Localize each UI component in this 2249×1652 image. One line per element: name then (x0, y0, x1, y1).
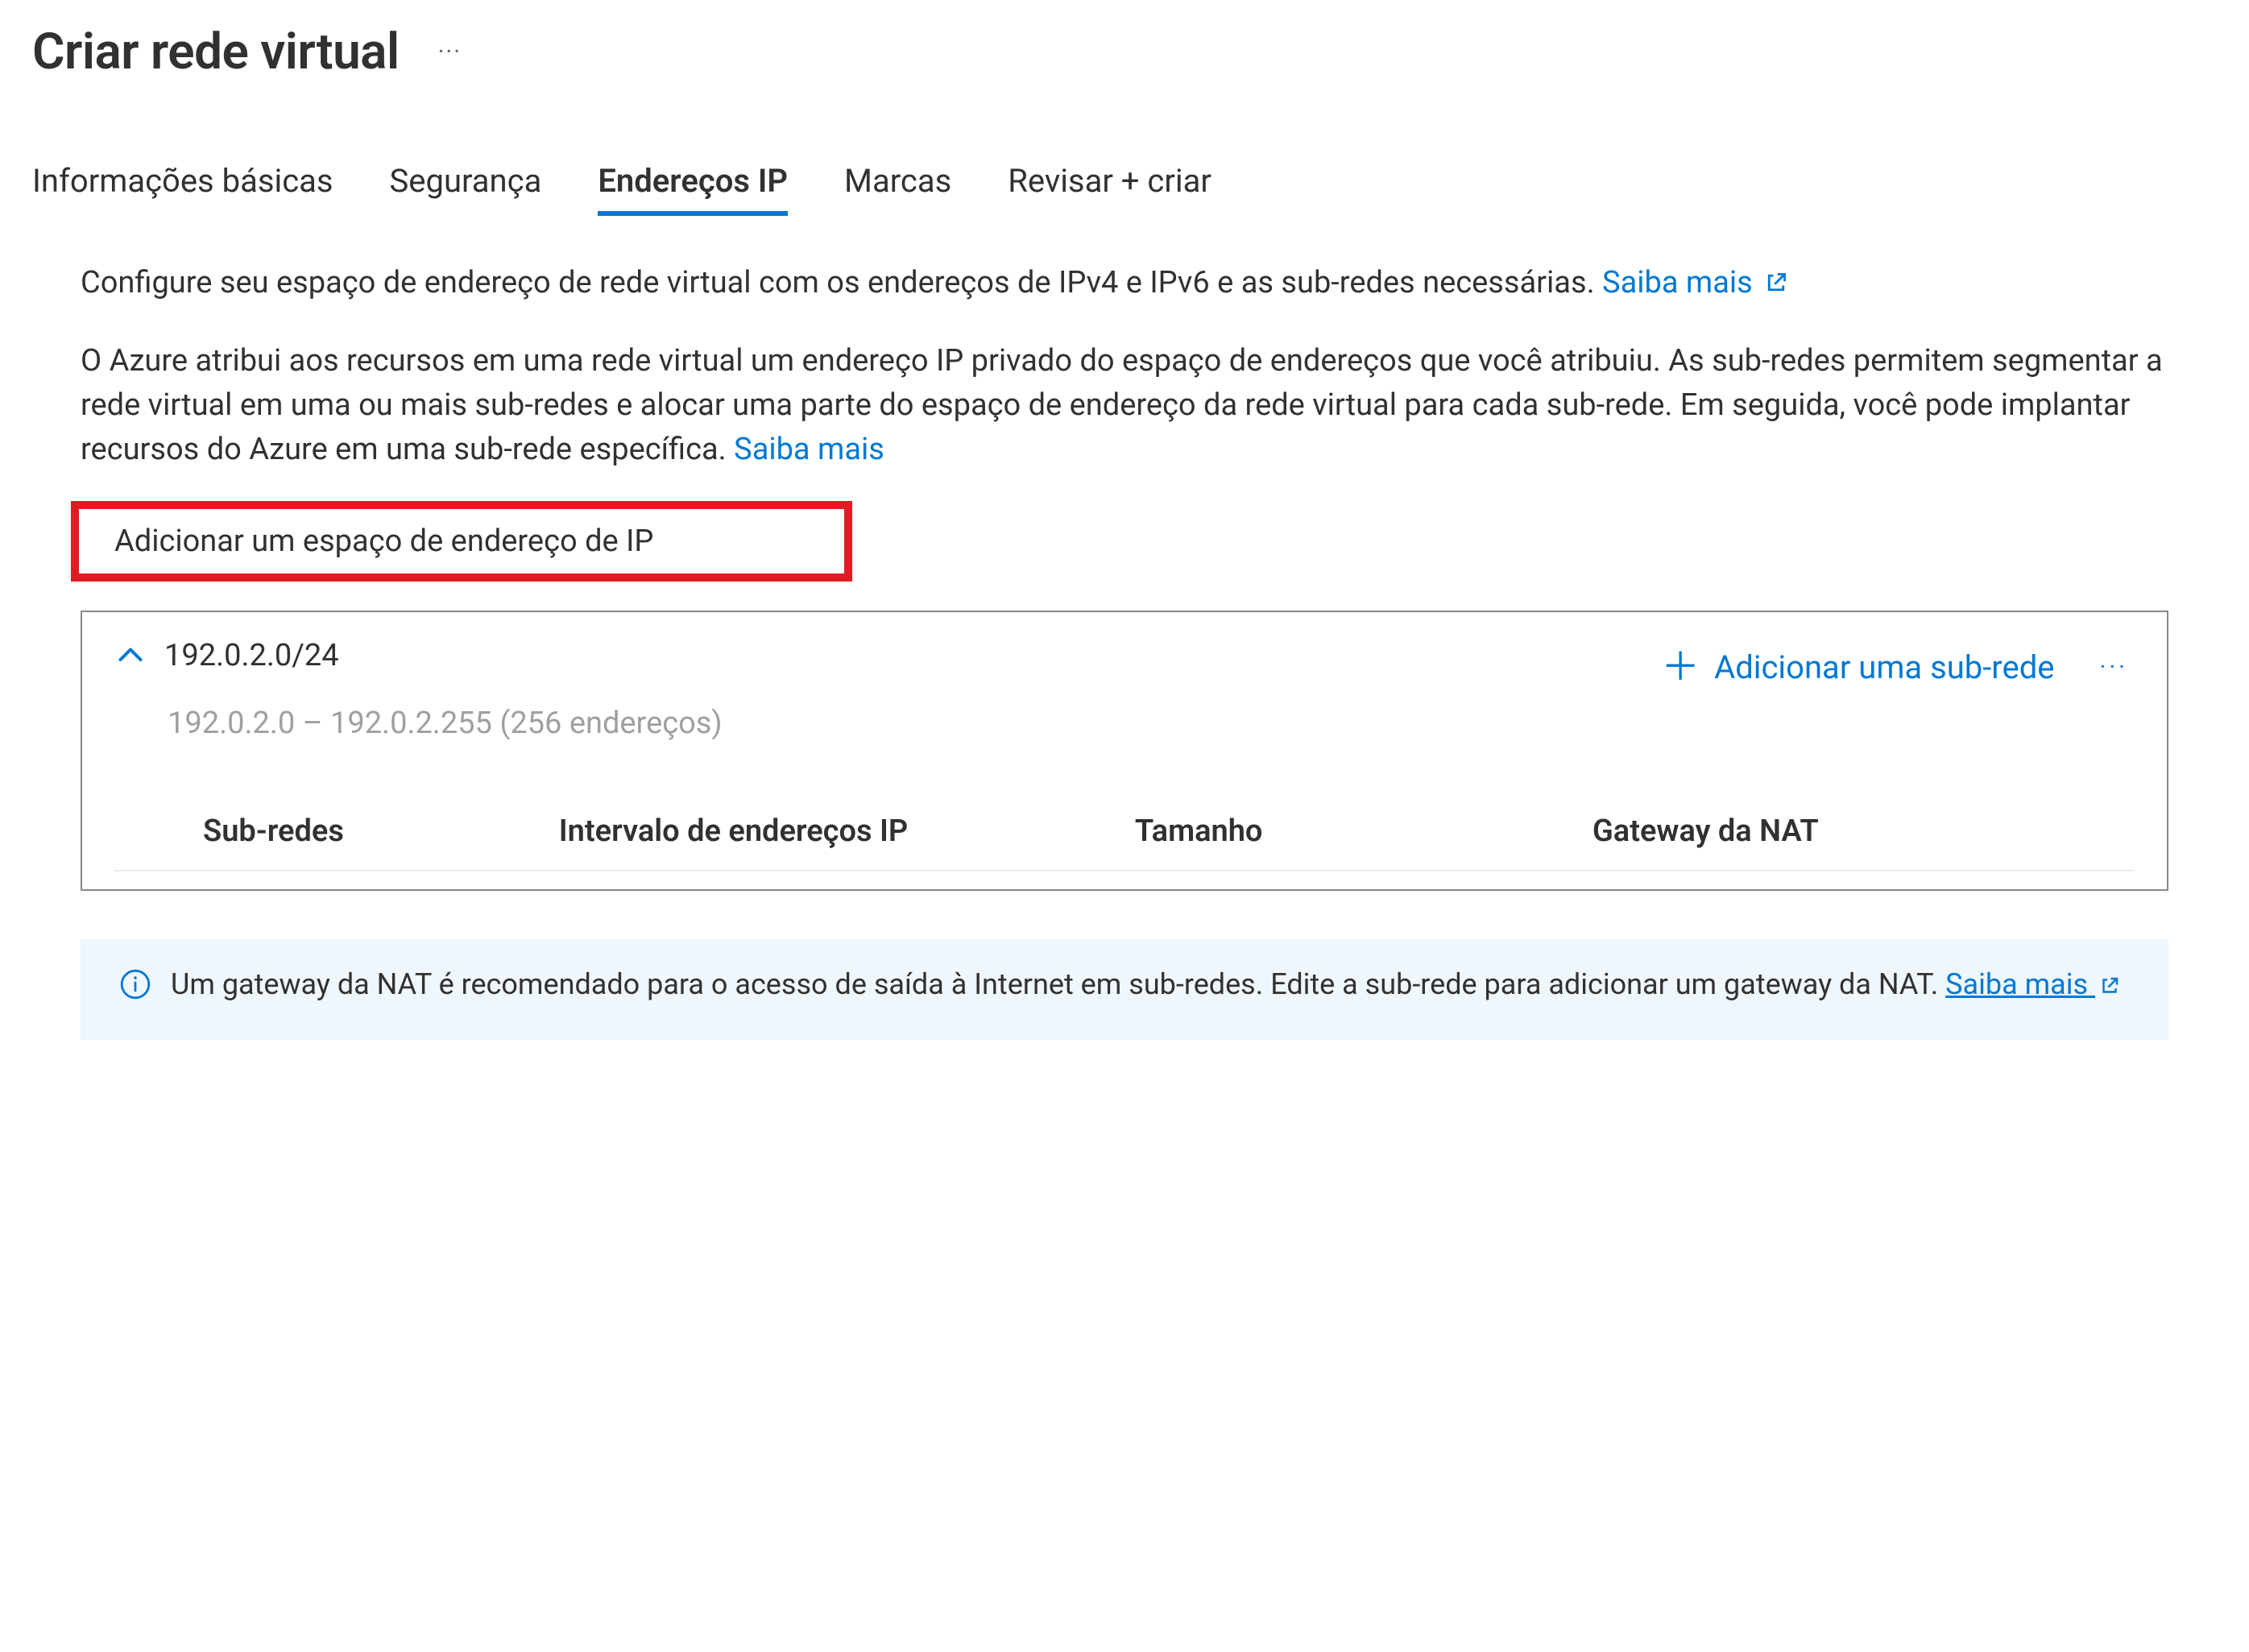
add-ip-address-space-button[interactable]: Adicionar um espaço de endereço de IP (71, 501, 852, 582)
plus-icon: ＋ (1661, 648, 1700, 686)
info-text: Um gateway da NAT é recomendado para o a… (171, 963, 2119, 1007)
col-ip-range: Intervalo de endereços IP (559, 814, 1135, 849)
external-link-icon (2100, 965, 2119, 1007)
learn-more-link-2[interactable]: Saiba mais (734, 432, 884, 467)
learn-more-link-1[interactable]: Saiba mais (1602, 265, 1787, 300)
intro2-text: O Azure atribui aos recursos em uma rede… (81, 343, 2163, 467)
intro-paragraph-2: O Azure atribui aos recursos em uma rede… (81, 339, 2215, 472)
info-learn-more-link[interactable]: Saiba mais (1945, 967, 2119, 1001)
intro-paragraph-1: Configure seu espaço de endereço de rede… (81, 261, 2215, 307)
tab-security[interactable]: Segurança (390, 162, 542, 216)
chevron-up-icon[interactable] (114, 635, 147, 679)
tabs: Informações básicas Segurança Endereços … (32, 162, 2217, 216)
address-range-hint: 192.0.2.0 – 192.0.2.255 (256 endereços) (168, 706, 2135, 741)
add-subnet-button[interactable]: ＋ Adicionar uma sub-rede (1661, 648, 2054, 686)
subnet-table-header: Sub-redes Intervalo de endereços IP Tama… (114, 814, 2135, 872)
address-space-cidr: 192.0.2.0/24 (164, 635, 339, 673)
info-icon (119, 968, 151, 1012)
add-ip-space-label: Adicionar um espaço de endereço de IP (114, 524, 653, 559)
add-subnet-label: Adicionar uma sub-rede (1714, 648, 2054, 686)
tab-tags[interactable]: Marcas (844, 162, 951, 216)
address-space-panel: 192.0.2.0/24 ＋ Adicionar uma sub-rede ··… (81, 611, 2168, 891)
info-banner: Um gateway da NAT é recomendado para o a… (81, 939, 2168, 1039)
tab-basics[interactable]: Informações básicas (32, 162, 333, 216)
col-size: Tamanho (1135, 814, 1593, 849)
page-title: Criar rede virtual (32, 23, 400, 81)
more-actions-button[interactable]: ··· (432, 31, 469, 72)
col-nat-gateway: Gateway da NAT (1593, 814, 2135, 849)
address-space-more-button[interactable]: ··· (2093, 650, 2135, 685)
external-link-icon (1765, 263, 1787, 307)
tab-ip-addresses[interactable]: Endereços IP (598, 162, 788, 216)
intro1-text: Configure seu espaço de endereço de rede… (81, 265, 1602, 300)
tab-review-create[interactable]: Revisar + criar (1008, 162, 1211, 216)
col-subnets: Sub-redes (203, 814, 559, 849)
